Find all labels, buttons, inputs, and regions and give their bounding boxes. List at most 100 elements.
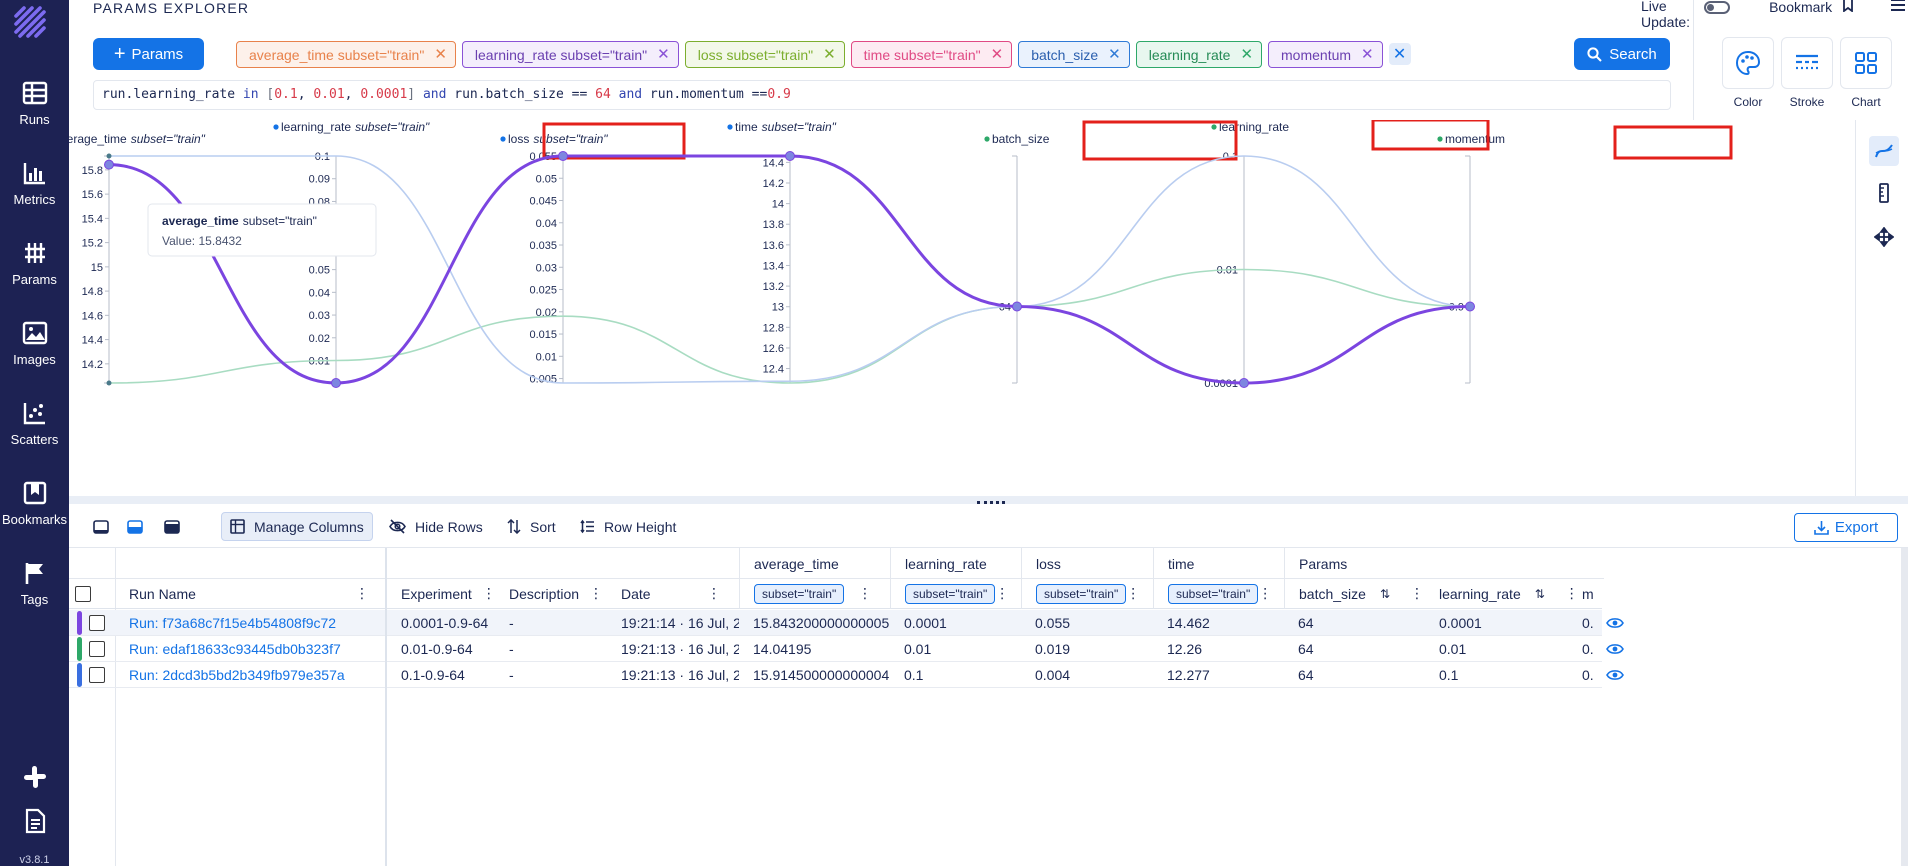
col-header-experiment[interactable]: Experiment ⋮ [387, 579, 496, 609]
column-menu-icon[interactable]: ⋮ [995, 585, 1009, 602]
series-point[interactable] [1012, 301, 1022, 312]
remove-chip-icon[interactable]: ✕ [1361, 47, 1374, 62]
select-all-checkbox[interactable] [75, 585, 91, 602]
eye-icon[interactable] [1606, 668, 1624, 682]
row-checkbox[interactable] [89, 614, 105, 631]
axis-tick-label: 14.6 [82, 310, 103, 322]
series-point[interactable] [104, 159, 114, 170]
nav-tags[interactable]: Tags [0, 560, 69, 640]
row-checkbox[interactable] [89, 640, 105, 657]
param-chip[interactable]: time subset="train" ✕ [850, 41, 1013, 68]
param-chip-label: momentum [1281, 46, 1352, 63]
col-header-momentum-truncated[interactable]: m [1578, 579, 1602, 609]
export-button[interactable]: Export [1794, 513, 1898, 542]
column-menu-icon[interactable]: ⋮ [858, 585, 872, 602]
remove-chip-icon[interactable]: ✕ [823, 47, 836, 62]
remove-chip-icon[interactable]: ✕ [1240, 47, 1253, 62]
row-density-medium-button[interactable] [127, 512, 143, 541]
run-name-header-label: Run Name [129, 585, 196, 602]
row-height-button[interactable]: Row Height [580, 512, 676, 541]
col-header-description[interactable]: Description ⋮ [495, 579, 607, 609]
series-point[interactable] [785, 151, 795, 161]
col-header-date[interactable]: Date ⋮ [607, 579, 739, 609]
run-name-link[interactable]: Run: f73a68c7f15e4b54808f9c72 [129, 615, 336, 631]
run-name-link[interactable]: Run: 2dcd3b5bd2b349fb979e357a [129, 667, 345, 683]
hide-rows-button[interactable]: Hide Rows [389, 512, 483, 541]
remove-chip-icon[interactable]: ✕ [434, 47, 447, 62]
table-cell-trunc: 0. [1578, 636, 1602, 662]
group-header-empty-2 [387, 548, 739, 579]
sort-arrows-icon[interactable]: ⇅ [1380, 587, 1390, 601]
column-menu-icon[interactable]: ⋮ [355, 585, 369, 602]
nav-bookmarks[interactable]: Bookmarks [0, 480, 69, 560]
parallel-coordinates-chart[interactable]: 15.8 15.6 15.4 15.2 15 14.8 14.6 14.4 14.2 averag… [46, 118, 1855, 496]
col-header-learning-rate-subset[interactable]: subset="train" ⋮ [890, 579, 1021, 609]
column-menu-icon[interactable]: ⋮ [707, 585, 721, 602]
curve-interpolation-button[interactable] [1869, 136, 1899, 166]
nav-params[interactable]: Params [0, 240, 69, 320]
search-button[interactable]: Search [1574, 38, 1670, 70]
col-header-loss-subset[interactable]: subset="train" ⋮ [1021, 579, 1153, 609]
remove-chip-icon[interactable]: ✕ [991, 47, 1004, 62]
clear-all-chips-icon[interactable]: ✕ [1388, 43, 1411, 65]
nav-scatters[interactable]: Scatters [0, 400, 69, 480]
axis-tick-label: 0.04 [536, 218, 557, 230]
col-header-batch-size[interactable]: batch_size ⇅ ⋮ [1284, 579, 1425, 609]
chart-control[interactable]: Chart [1840, 37, 1892, 109]
col-header-time-subset[interactable]: subset="train" ⋮ [1153, 579, 1284, 609]
eye-icon[interactable] [1606, 642, 1624, 656]
col-header-learning-rate[interactable]: learning_rate ⇅ ⋮ [1425, 579, 1579, 609]
move-axes-button[interactable] [1869, 222, 1899, 252]
chart-tooltip: average_time subset="train"Value: 15.8432 [147, 203, 377, 257]
docs-link[interactable] [0, 808, 69, 839]
remove-chip-icon[interactable]: ✕ [1108, 47, 1121, 62]
col-header-run-name[interactable]: Run Name ⋮ [115, 579, 385, 609]
column-menu-icon[interactable]: ⋮ [589, 585, 603, 602]
nav-images[interactable]: Images [0, 320, 69, 400]
slack-link[interactable] [0, 764, 69, 795]
sort-button[interactable]: Sort [507, 512, 556, 541]
table-cell-date: 19:21:13 · 16 Jul, 22 [607, 636, 739, 662]
col-header-average-time-subset[interactable]: subset="train" ⋮ [739, 579, 890, 609]
series-point[interactable] [558, 151, 568, 161]
run-color-indicator [77, 637, 82, 661]
column-menu-icon[interactable]: ⋮ [1565, 585, 1579, 602]
axis-label-dot [1211, 124, 1217, 130]
column-menu-icon[interactable]: ⋮ [1410, 585, 1424, 602]
row-density-small-button[interactable] [93, 512, 109, 541]
remove-chip-icon[interactable]: ✕ [657, 47, 670, 62]
param-chip[interactable]: learning_rate subset="train" ✕ [461, 41, 679, 68]
column-menu-icon[interactable]: ⋮ [482, 585, 496, 602]
query-input[interactable]: run.learning_rate in [0.1, 0.01, 0.0001]… [93, 80, 1671, 110]
series-point[interactable] [1239, 378, 1249, 388]
axis-label-dot [1437, 136, 1443, 142]
nav-runs[interactable]: Runs [0, 80, 69, 160]
column-menu-icon[interactable]: ⋮ [1258, 585, 1272, 602]
aim-logo[interactable] [10, 4, 50, 44]
run-name-link[interactable]: Run: edaf18633c93445db0b323f7 [129, 641, 341, 657]
param-chip[interactable]: average_time subset="train" ✕ [236, 41, 456, 68]
series-point[interactable] [1465, 301, 1475, 312]
chart-canvas[interactable]: 15.8 15.6 15.4 15.2 15 14.8 14.6 14.4 14.2 averag… [46, 118, 1855, 496]
manage-columns-button[interactable]: Manage Columns [221, 512, 373, 541]
axis-subset: subset="train" [131, 132, 206, 146]
axis-scale-button[interactable] [1869, 178, 1899, 208]
color-control[interactable]: Color [1722, 37, 1774, 109]
param-chip[interactable]: loss subset="train" ✕ [684, 41, 845, 68]
row-checkbox[interactable] [89, 666, 105, 683]
sort-arrows-icon[interactable]: ⇅ [1535, 587, 1545, 601]
nav-metrics[interactable]: Metrics [0, 160, 69, 240]
table-cell-description: - [495, 610, 607, 636]
axis-tick-label: 15.2 [82, 238, 103, 250]
param-chip[interactable]: batch_size ✕ [1018, 41, 1130, 68]
add-params-button[interactable]: + Params [93, 38, 204, 70]
stroke-control[interactable]: Stroke [1781, 37, 1833, 109]
param-chip[interactable]: learning_rate ✕ [1135, 41, 1263, 68]
series-point[interactable] [331, 378, 341, 388]
table-cell-learning-rate: 0.1 [890, 662, 1021, 688]
column-menu-icon[interactable]: ⋮ [1126, 585, 1140, 602]
param-chip[interactable]: momentum ✕ [1268, 41, 1383, 68]
table-scrollbar[interactable] [1901, 548, 1908, 866]
row-density-large-button[interactable] [164, 512, 180, 541]
eye-icon[interactable] [1606, 616, 1624, 630]
